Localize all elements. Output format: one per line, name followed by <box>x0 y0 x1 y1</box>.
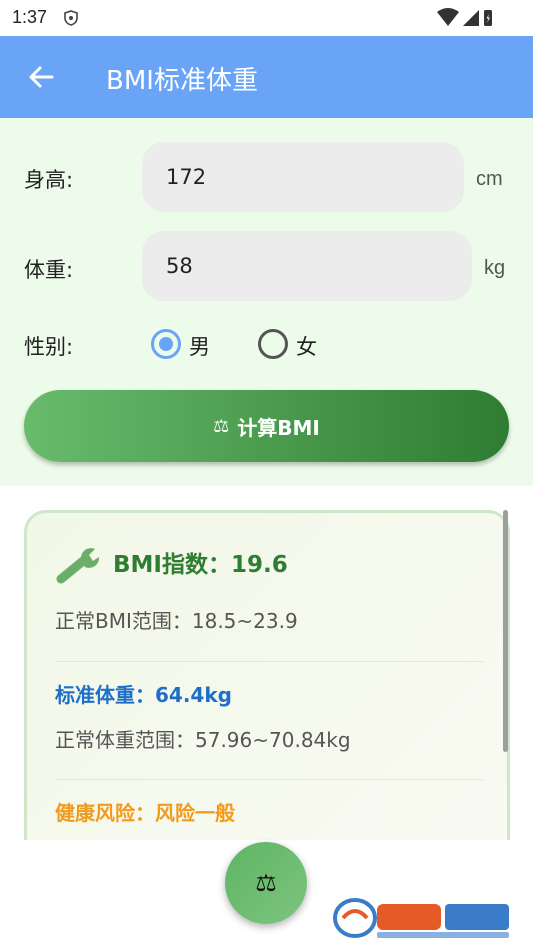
wifi-icon <box>437 8 459 26</box>
gender-option-female[interactable]: 女 <box>296 331 317 361</box>
app-bar: BMI标准体重 <box>0 36 533 118</box>
back-arrow-icon <box>29 66 54 88</box>
calculate-bmi-button[interactable]: ⚖ 计算BMI <box>24 390 509 462</box>
weight-normal-range: 正常体重范围：57.96~70.84kg <box>55 728 351 752</box>
gender-label: 性别: <box>24 335 74 359</box>
status-bar: 1:37 <box>0 0 533 36</box>
gender-radio-female[interactable] <box>258 329 288 359</box>
height-value: 172 <box>166 165 207 189</box>
page-title: BMI标准体重 <box>106 66 258 96</box>
divider <box>55 661 483 662</box>
weight-unit: kg <box>484 257 506 279</box>
back-button[interactable] <box>22 58 60 96</box>
height-unit: cm <box>476 168 503 190</box>
health-risk: 健康风险：风险一般 <box>55 801 235 825</box>
height-label: 身高: <box>24 168 74 192</box>
bmi-value: BMI指数：19.6 <box>113 552 288 578</box>
weight-input[interactable]: 58 <box>142 231 472 301</box>
calculate-bmi-label: 计算BMI <box>237 415 320 440</box>
gender-option-male[interactable]: 男 <box>189 331 210 361</box>
divider <box>55 779 483 780</box>
weight-value: 58 <box>166 254 193 278</box>
standard-weight: 标准体重：64.4kg <box>55 683 232 707</box>
height-input[interactable]: 172 <box>142 142 464 212</box>
scale-icon: ⚖ <box>213 415 230 437</box>
wrench-icon <box>56 548 100 584</box>
watermark-logo <box>333 898 509 938</box>
scale-fab-button[interactable]: ⚖ <box>225 842 307 924</box>
bmi-normal-range: 正常BMI范围：18.5~23.9 <box>55 609 298 633</box>
status-time: 1:37 <box>12 7 48 27</box>
battery-icon <box>484 10 492 26</box>
weight-label: 体重: <box>24 258 74 282</box>
bmi-form: 身高: 172 cm 体重: 58 kg 性别: 男 女 ⚖ 计算BMI <box>0 118 533 486</box>
signal-icon <box>463 10 479 26</box>
gender-radio-male[interactable] <box>151 329 181 359</box>
scale-icon: ⚖ <box>255 869 277 897</box>
status-icons <box>437 8 492 26</box>
shield-icon <box>64 10 78 26</box>
scrollbar[interactable] <box>503 510 508 752</box>
